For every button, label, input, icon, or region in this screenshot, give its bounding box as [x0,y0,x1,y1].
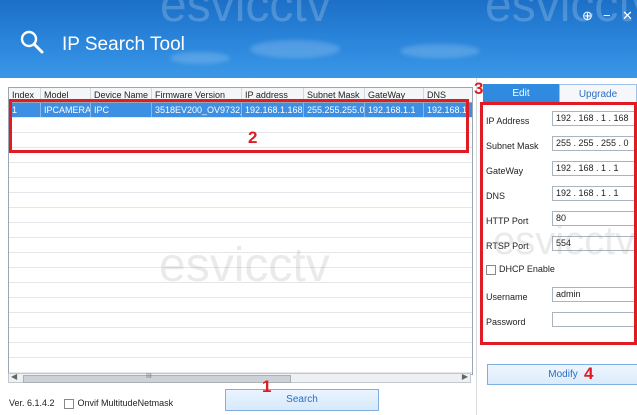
table-row [9,238,472,253]
table-row [9,268,472,283]
annotation-number: 2 [248,128,258,147]
annotation-number: 3 [474,79,484,98]
close-icon[interactable]: ✕ [622,8,633,24]
horizontal-scrollbar[interactable]: ◀ III ▶ [8,372,471,383]
table-row [9,223,472,238]
add-icon[interactable]: ⊕ [582,8,593,24]
watermark: esvicctv [485,0,637,32]
scroll-grip-icon: III [146,373,152,380]
table-row [9,343,472,358]
table-row [9,298,472,313]
minimize-icon[interactable]: − [603,8,611,23]
table-row [9,283,472,298]
app-title: IP Search Tool [62,34,185,55]
search-icon [20,30,44,54]
version-label: Ver. 6.1.4.2 [9,398,55,408]
table-row [9,328,472,343]
annotation-box-edit-panel [480,102,637,345]
tab-edit[interactable]: Edit [483,84,559,104]
cloud-decoration [400,44,480,58]
table-row [9,208,472,223]
tab-upgrade[interactable]: Upgrade [559,84,637,104]
version-footer: Ver. 6.1.4.2 Onvif MultitudeNetmask [9,398,173,409]
table-row [9,313,472,328]
search-button[interactable]: Search [225,389,379,411]
modify-button[interactable]: Modify [487,364,637,385]
table-row [9,358,472,373]
scroll-right-icon[interactable]: ▶ [462,372,468,381]
side-tabs: Edit Upgrade [483,84,637,104]
scrollbar-thumb[interactable]: III [23,373,291,383]
annotation-number: 1 [262,377,272,396]
onvif-checkbox[interactable] [63,398,74,409]
watermark: esvicctv [160,0,331,32]
table-row [9,163,472,178]
onvif-checkbox-label: Onvif MultitudeNetmask [77,398,174,408]
table-row [9,178,472,193]
panel-divider [476,78,477,415]
scroll-left-icon[interactable]: ◀ [11,372,17,381]
annotation-number: 4 [584,364,594,383]
table-row [9,193,472,208]
annotation-box-device-row [9,99,469,153]
title-bar: esvicctv esvicctv IP Search Tool ⊕ − ✕ [0,0,637,78]
cloud-decoration [250,40,340,58]
table-row [9,253,472,268]
